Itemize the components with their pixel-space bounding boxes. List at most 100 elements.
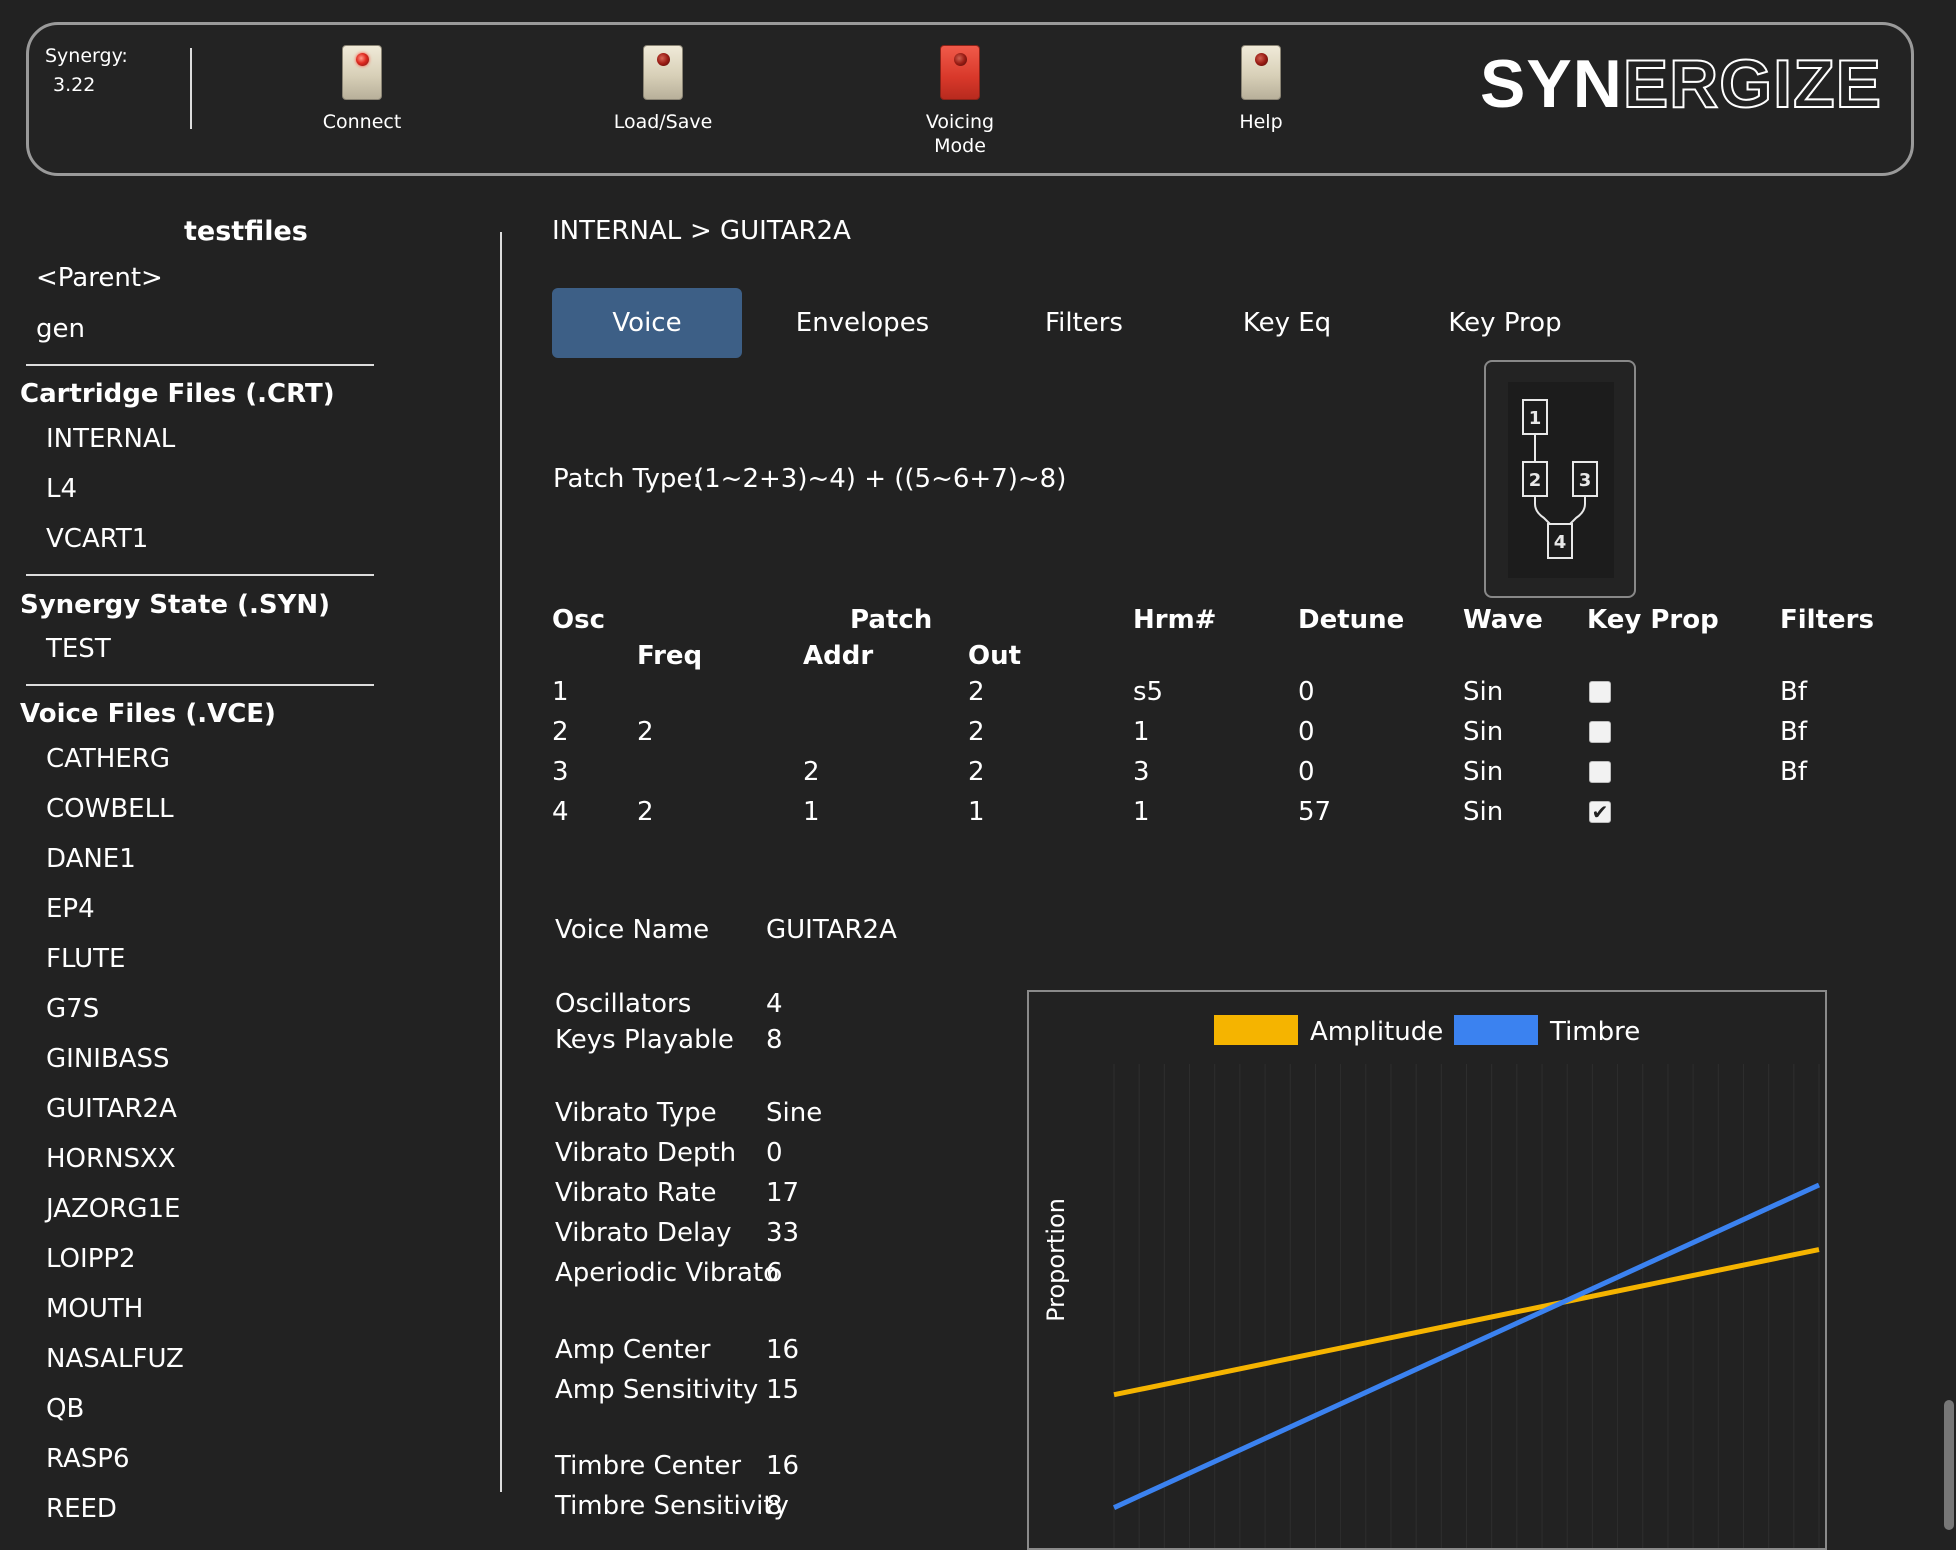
- breadcrumb-current: GUITAR2A: [720, 216, 851, 246]
- file-item[interactable]: TEST: [46, 634, 111, 664]
- button-cap-icon: [940, 45, 980, 100]
- param-label: Vibrato Delay: [555, 1218, 732, 1248]
- key-prop-checkbox[interactable]: [1589, 681, 1611, 703]
- cartridge-files-heading: Cartridge Files (.CRT): [20, 379, 335, 409]
- scrollbar[interactable]: [1944, 1400, 1954, 1530]
- envelope-chart: Proportion Amplitude Timbre: [1027, 990, 1827, 1550]
- patch-type-value: (1~2+3)~4) + ((5~6+7)~8): [694, 464, 1067, 494]
- voice-file-item[interactable]: DANE1: [46, 844, 136, 874]
- button-cap-icon: [1241, 45, 1281, 100]
- cell-hrm: 1: [1133, 717, 1150, 747]
- file-item[interactable]: VCART1: [46, 524, 148, 554]
- voice-file-item[interactable]: JAZORG1E: [46, 1194, 180, 1224]
- voice-file-item[interactable]: CATHERG: [46, 744, 170, 774]
- help-button[interactable]: Help: [1176, 45, 1346, 134]
- param-value: 4: [766, 989, 783, 1019]
- param-value: 8: [766, 1491, 783, 1521]
- cell-osc: 3: [552, 757, 569, 787]
- legend-label: Timbre: [1549, 1017, 1640, 1047]
- voice-file-item[interactable]: MOUTH: [46, 1294, 143, 1324]
- param-value: 15: [766, 1375, 800, 1405]
- file-item[interactable]: L4: [46, 474, 77, 504]
- voice-file-item[interactable]: REED: [46, 1494, 117, 1524]
- patch-box-3: 3: [1579, 470, 1592, 491]
- folder-gen[interactable]: gen: [36, 314, 85, 344]
- connect-label: Connect: [322, 111, 402, 133]
- cell-out: 2: [968, 757, 985, 787]
- tab-envelopes[interactable]: Envelopes: [780, 288, 945, 358]
- param-value: 33: [766, 1218, 800, 1248]
- tab-filters[interactable]: Filters: [1026, 288, 1142, 358]
- param-label: Timbre Center: [555, 1451, 742, 1481]
- cell-osc: 4: [552, 797, 569, 827]
- cell-addr: 1: [803, 797, 820, 827]
- voice-file-item[interactable]: FLUTE: [46, 944, 126, 974]
- voice-file-item[interactable]: G7S: [46, 994, 99, 1024]
- voice-file-item[interactable]: HORNSXX: [46, 1144, 176, 1174]
- panel-divider[interactable]: [500, 232, 502, 1492]
- voice-file-item[interactable]: COWBELL: [46, 794, 174, 824]
- patch-box-1: 1: [1529, 408, 1542, 429]
- file-item[interactable]: INTERNAL: [46, 424, 175, 454]
- toolbar: Synergy: 3.22 Connect Load/Save Voicing …: [26, 22, 1914, 176]
- cell-hrm: s5: [1133, 677, 1164, 707]
- param-label: Amp Center: [555, 1335, 711, 1365]
- param-label: Amp Sensitivity: [555, 1375, 759, 1405]
- param-label: Aperiodic Vibrato: [555, 1258, 780, 1288]
- param-label: Keys Playable: [555, 1025, 734, 1055]
- voice-file-item[interactable]: GUITAR2A: [46, 1094, 177, 1124]
- key-prop-checkbox[interactable]: [1589, 721, 1611, 743]
- param-value: Sine: [766, 1098, 823, 1128]
- voice-file-item[interactable]: RASP6: [46, 1444, 130, 1474]
- toolbar-divider: [190, 48, 192, 129]
- cell-hrm: 3: [1133, 757, 1150, 787]
- cell-filters: Bf: [1780, 677, 1807, 707]
- voicing-mode-button[interactable]: Voicing Mode: [875, 45, 1045, 158]
- cell-wave: Sin: [1463, 757, 1504, 787]
- param-value: 6: [766, 1258, 783, 1288]
- version-label: Synergy:: [45, 45, 128, 67]
- cell-filters: Bf: [1780, 717, 1807, 747]
- voice-file-item[interactable]: NASALFUZ: [46, 1344, 184, 1374]
- cell-out: 2: [968, 717, 985, 747]
- cell-detune: 57: [1298, 797, 1332, 827]
- cell-wave: Sin: [1463, 797, 1504, 827]
- legend-swatch: [1214, 1015, 1298, 1045]
- tab-key-eq[interactable]: Key Eq: [1232, 288, 1342, 358]
- param-label: Vibrato Depth: [555, 1138, 737, 1168]
- key-prop-checkbox[interactable]: ✔: [1589, 801, 1611, 823]
- breadcrumb-root[interactable]: INTERNAL: [552, 216, 681, 246]
- key-prop-checkbox[interactable]: [1589, 761, 1611, 783]
- cell-freq: 2: [637, 797, 654, 827]
- patch-diagram: 1 2 3 4: [1484, 360, 1636, 598]
- param-value[interactable]: GUITAR2A: [766, 915, 897, 945]
- param-label: Vibrato Rate: [555, 1178, 717, 1208]
- col-filters: Filters: [1780, 605, 1874, 635]
- param-value: 16: [766, 1451, 800, 1481]
- tab-key-prop[interactable]: Key Prop: [1440, 288, 1570, 358]
- param-label: Voice Name: [555, 915, 710, 945]
- voice-file-item[interactable]: GINIBASS: [46, 1044, 170, 1074]
- voice-file-item[interactable]: QB: [46, 1394, 84, 1424]
- voicing-mode-label: Voicing Mode: [925, 111, 995, 157]
- cell-osc: 2: [552, 717, 569, 747]
- connect-button[interactable]: Connect: [277, 45, 447, 134]
- load-save-button[interactable]: Load/Save: [578, 45, 748, 134]
- divider: [26, 574, 374, 576]
- load-save-label: Load/Save: [613, 111, 713, 133]
- parent-link[interactable]: <Parent>: [36, 263, 163, 293]
- col-detune: Detune: [1298, 605, 1405, 635]
- cell-freq: 2: [637, 717, 654, 747]
- voice-file-item[interactable]: LOIPP2: [46, 1244, 136, 1274]
- cell-addr: 2: [803, 757, 820, 787]
- cell-wave: Sin: [1463, 717, 1504, 747]
- tab-voice[interactable]: Voice: [552, 288, 742, 358]
- synergize-logo: SYNERGIZE: [1480, 48, 1882, 120]
- param-label: Timbre Sensitivity: [555, 1491, 789, 1521]
- col-patch-group: Patch: [850, 605, 933, 635]
- col-hrm: Hrm#: [1133, 605, 1217, 635]
- voice-file-item[interactable]: EP4: [46, 894, 95, 924]
- button-cap-icon: [643, 45, 683, 100]
- col-osc: Osc: [552, 605, 605, 635]
- patch-box-4: 4: [1554, 532, 1567, 553]
